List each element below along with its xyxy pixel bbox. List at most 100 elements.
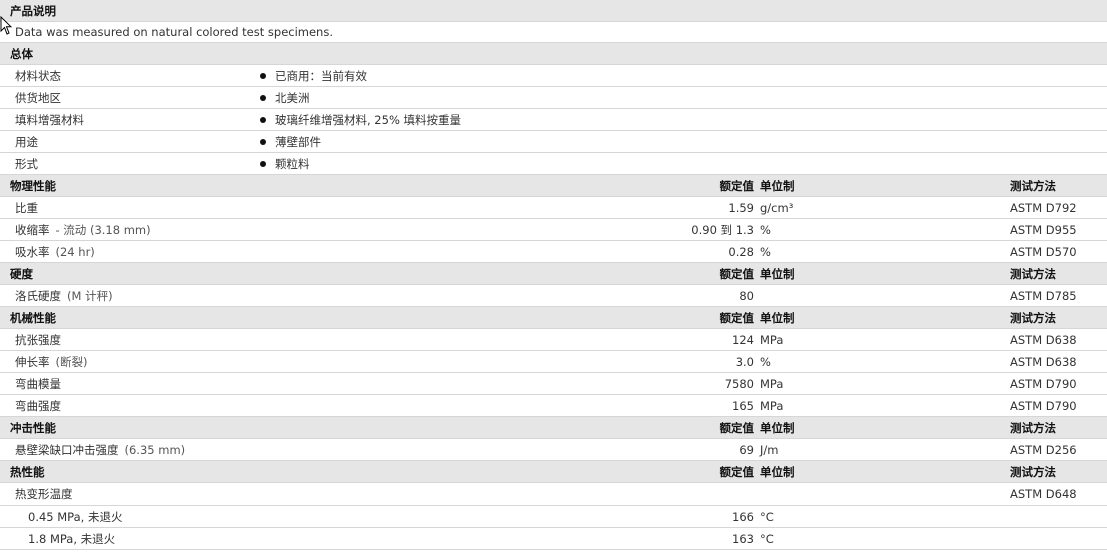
section-title: 产品说明	[10, 3, 56, 18]
general-row: 形式 颗粒料	[0, 153, 1107, 175]
test-method: ASTM D790	[1010, 376, 1077, 391]
section-title: 冲击性能	[10, 420, 56, 435]
property-label: 吸水率	[15, 244, 50, 259]
property-value-text: 北美洲	[275, 90, 310, 105]
general-row: 供货地区 北美洲	[0, 87, 1107, 109]
test-method: ASTM D638	[1010, 354, 1077, 369]
general-row: 材料状态 已商用：当前有效	[0, 65, 1107, 87]
section-header-description: 产品说明	[0, 0, 1107, 22]
nominal-value: 165	[732, 398, 754, 413]
property-value: 北美洲	[260, 87, 310, 108]
datasheet: 产品说明 Data was measured on natural colore…	[0, 0, 1107, 555]
section-title: 硬度	[10, 266, 33, 281]
property-condition: - 流动 (3.18 mm)	[55, 222, 151, 237]
section-header-hardness: 硬度 额定值 单位制 测试方法	[0, 263, 1107, 285]
test-method: ASTM D638	[1010, 332, 1077, 347]
column-header-unit: 单位制	[760, 420, 795, 435]
nominal-value: 166	[732, 509, 754, 524]
table-row: 洛氏硬度 (M 计秤) 80 ASTM D785	[0, 285, 1107, 307]
column-header-nominal: 额定值	[719, 420, 755, 435]
unit-value: MPa	[760, 398, 784, 413]
section-title: 总体	[10, 46, 33, 61]
general-row: 用途 薄壁部件	[0, 131, 1107, 153]
property-name: 0.45 MPa, 未退火	[28, 506, 122, 527]
property-name: 吸水率 (24 hr)	[15, 241, 95, 262]
property-label: 0.45 MPa, 未退火	[28, 509, 123, 524]
section-header-physical: 物理性能 额定值 单位制 测试方法	[0, 175, 1107, 197]
property-name: 洛氏硬度 (M 计秤)	[15, 285, 113, 306]
property-value-text: 已商用：当前有效	[275, 68, 367, 83]
property-condition: (M 计秤)	[67, 288, 113, 303]
property-name: 比重	[15, 197, 38, 218]
property-name: 悬壁梁缺口冲击强度 (6.35 mm)	[15, 439, 185, 460]
unit-value: J/m	[760, 442, 779, 457]
arrow-cursor-icon	[0, 16, 12, 35]
description-note: Data was measured on natural colored tes…	[15, 25, 333, 39]
test-method: ASTM D790	[1010, 398, 1077, 413]
property-value: 颗粒料	[260, 153, 310, 174]
property-value-text: 薄壁部件	[275, 134, 321, 149]
property-name: 伸长率 (断裂)	[15, 351, 87, 372]
unit-value: %	[760, 222, 771, 237]
bullet-icon	[260, 138, 266, 145]
property-label: 用途	[15, 134, 38, 149]
bullet-icon	[260, 72, 266, 79]
property-label: 1.8 MPa, 未退火	[28, 531, 116, 546]
section-header-mechanical: 机械性能 额定值 单位制 测试方法	[0, 307, 1107, 329]
table-row: 吸水率 (24 hr) 0.28% ASTM D570	[0, 241, 1107, 263]
property-label: 热变形温度	[15, 487, 73, 501]
section-title: 机械性能	[10, 310, 56, 325]
unit-value: g/cm³	[760, 200, 794, 215]
property-name: 弯曲强度	[15, 395, 61, 416]
nominal-value: 7580	[724, 376, 754, 391]
column-header-unit: 单位制	[760, 464, 795, 479]
nominal-value: 0.90 到 1.3	[691, 222, 754, 237]
property-condition: (断裂)	[55, 354, 88, 369]
unit-value: %	[760, 244, 771, 259]
property-name: 弯曲模量	[15, 373, 61, 394]
bullet-icon	[260, 94, 266, 101]
column-header-test: 测试方法	[1010, 266, 1056, 281]
property-name: 热变形温度	[15, 483, 73, 505]
property-label: 比重	[15, 200, 38, 215]
column-header-unit: 单位制	[760, 310, 795, 325]
property-value-text: 玻璃纤维增强材料, 25% 填料按重量	[275, 112, 462, 127]
property-label: 供货地区	[15, 90, 61, 105]
table-row: 弯曲模量 7580 MPa ASTM D790	[0, 373, 1107, 395]
test-method: ASTM D955	[1010, 222, 1077, 237]
table-row: 弯曲强度 165 MPa ASTM D790	[0, 395, 1107, 417]
column-header-nominal: 额定值	[719, 178, 755, 193]
table-row: 悬壁梁缺口冲击强度 (6.35 mm) 69 J/m ASTM D256	[0, 439, 1107, 461]
column-header-test: 测试方法	[1010, 178, 1056, 193]
property-condition: (24 hr)	[55, 244, 95, 259]
column-header-nominal: 额定值	[719, 266, 755, 281]
bullet-icon	[260, 116, 266, 123]
table-row: 伸长率 (断裂) 3.0% ASTM D638	[0, 351, 1107, 373]
nominal-value: 69	[739, 442, 754, 457]
unit-value: MPa	[760, 332, 784, 347]
column-header-nominal: 额定值	[719, 464, 755, 479]
unit-value: °C	[760, 509, 774, 524]
property-value: 已商用：当前有效	[260, 65, 367, 86]
section-title: 热性能	[10, 464, 45, 479]
section-header-thermal: 热性能 额定值 单位制 测试方法	[0, 461, 1107, 483]
nominal-value: 124	[732, 332, 754, 347]
table-row: 1.8 MPa, 未退火 163 °C	[0, 528, 1107, 550]
property-value-text: 颗粒料	[275, 156, 310, 171]
property-value: 玻璃纤维增强材料, 25% 填料按重量	[260, 109, 461, 130]
property-value: 薄壁部件	[260, 131, 321, 152]
section-header-impact: 冲击性能 额定值 单位制 测试方法	[0, 417, 1107, 439]
column-header-nominal: 额定值	[719, 310, 755, 325]
nominal-value: 163	[732, 531, 754, 546]
property-name: 1.8 MPa, 未退火	[28, 528, 115, 549]
nominal-value: 3.0	[735, 354, 754, 369]
table-row: 0.45 MPa, 未退火 166 °C	[0, 506, 1107, 528]
property-label: 收缩率	[15, 222, 50, 237]
property-condition: (6.35 mm)	[124, 442, 186, 457]
bullet-icon	[260, 160, 266, 167]
table-row: 比重 1.59 g/cm³ ASTM D792	[0, 197, 1107, 219]
column-header-unit: 单位制	[760, 178, 795, 193]
nominal-value: 0.28	[728, 244, 754, 259]
test-method: ASTM D792	[1010, 200, 1077, 215]
property-label: 伸长率	[15, 354, 50, 369]
